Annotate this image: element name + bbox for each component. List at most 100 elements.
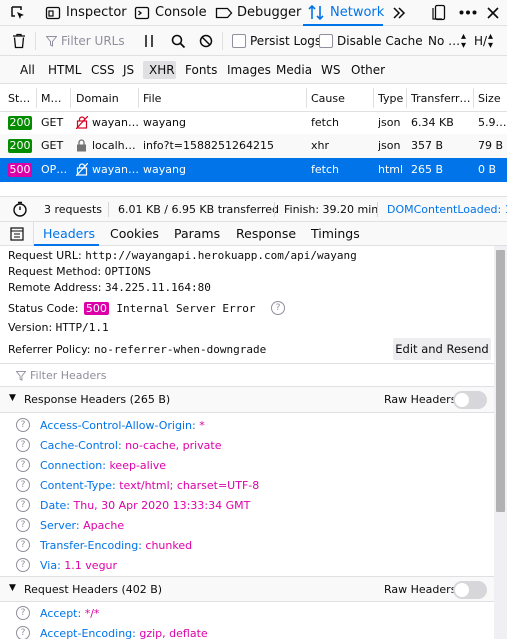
tab-headers[interactable]: Headers — [43, 226, 95, 241]
request-headers-section[interactable]: ▼ Request Headers (402 B) Raw Headers — [0, 576, 494, 602]
raw-headers-toggle[interactable] — [453, 581, 487, 599]
filter-js[interactable]: JS — [123, 63, 134, 77]
scrollbar-thumb[interactable] — [496, 250, 505, 512]
response-headers-section[interactable]: ▼ Response Headers (265 B) Raw Headers — [0, 387, 494, 413]
block-icon[interactable] — [199, 34, 213, 48]
help-icon[interactable]: ? — [16, 418, 30, 432]
filter-ws[interactable]: WS — [321, 63, 340, 77]
column-domain[interactable]: Domain — [76, 92, 136, 105]
filter-urls-input[interactable]: Filter URLs — [61, 34, 125, 48]
throttling-select[interactable]: No … — [428, 34, 460, 48]
version-value: HTTP/1.1 — [55, 321, 109, 334]
header-row[interactable]: ? Via: 1.1 vegur — [0, 558, 494, 576]
help-icon[interactable]: ? — [16, 518, 30, 532]
element-picker-icon[interactable] — [10, 5, 26, 21]
transferred-cell: 357 B — [411, 139, 444, 152]
column-type[interactable]: Type — [378, 92, 408, 105]
file-cell: wayang — [143, 163, 186, 176]
status-badge: 200 — [8, 139, 32, 153]
help-icon[interactable]: ? — [16, 606, 30, 620]
header-value: keep-alive — [109, 459, 167, 472]
help-icon[interactable]: ? — [16, 478, 30, 492]
header-row[interactable]: ? Accept: */* — [0, 606, 494, 624]
help-icon[interactable]: ? — [16, 626, 30, 639]
debugger-icon[interactable] — [215, 5, 233, 21]
har-menu-button[interactable]: H/ — [474, 34, 487, 48]
scrollbar-track[interactable] — [494, 246, 507, 639]
filter-other[interactable]: Other — [351, 63, 385, 77]
close-icon[interactable] — [486, 6, 500, 20]
filter-fonts[interactable]: Fonts — [185, 63, 217, 77]
tab-params[interactable]: Params — [174, 226, 220, 241]
tab-console[interactable]: Console — [155, 5, 207, 20]
status-text: Internal Server Error — [116, 302, 256, 315]
filter-headers-input[interactable]: Filter Headers — [30, 369, 107, 382]
column-size[interactable]: Size — [478, 92, 507, 105]
column-status[interactable]: St… — [8, 92, 36, 105]
header-row[interactable]: ? Content-Type: text/html; charset=UTF-8 — [0, 478, 494, 496]
console-icon[interactable] — [134, 5, 150, 21]
persist-logs-label[interactable]: Persist Logs — [250, 34, 321, 48]
edit-resend-button[interactable]: Edit and Resend — [393, 338, 491, 360]
stopwatch-icon[interactable] — [12, 201, 28, 217]
network-icon[interactable] — [307, 4, 325, 21]
toggle-sidebar-icon[interactable] — [10, 227, 24, 241]
header-row[interactable]: ? Access-Control-Allow-Origin: * — [0, 418, 494, 436]
help-icon[interactable]: ? — [16, 498, 30, 512]
referrer-policy-value: no-referrer-when-downgrade — [94, 343, 267, 356]
column-divider — [138, 88, 139, 108]
tab-cookies[interactable]: Cookies — [110, 226, 159, 241]
header-row[interactable]: ? Date: Thu, 30 Apr 2020 13:33:34 GMT — [0, 498, 494, 516]
insecure-icon — [76, 163, 88, 176]
dock-options-icon[interactable] — [432, 4, 448, 21]
inspector-icon[interactable] — [45, 5, 61, 21]
tab-network[interactable]: Network — [330, 5, 384, 20]
table-row[interactable]: 200 GET wayan… wayang fetch json 6.34 KB… — [0, 112, 507, 134]
header-row[interactable]: ? Cache-Control: no-cache, private — [0, 438, 494, 456]
table-row[interactable]: 200 GET localh… info?t=1588251264215 xhr… — [0, 134, 507, 158]
filter-css[interactable]: CSS — [91, 63, 115, 77]
trash-icon[interactable] — [12, 33, 26, 49]
column-transferred[interactable]: Transferr… — [411, 92, 471, 105]
header-row[interactable]: ? Accept-Encoding: gzip, deflate — [0, 626, 494, 639]
persist-logs-checkbox[interactable] — [232, 34, 246, 48]
request-url-value[interactable]: http://wayangapi.herokuapp.com/api/wayan… — [85, 249, 357, 262]
size-cell: 79 B — [478, 139, 504, 152]
table-row-selected[interactable]: 500 OP… wayan… wayang fetch html 265 B 0… — [0, 158, 507, 182]
header-value: gzip, deflate — [139, 627, 208, 639]
pause-icon[interactable] — [144, 35, 154, 47]
header-row[interactable]: ? Connection: keep-alive — [0, 458, 494, 476]
header-value: * — [199, 419, 205, 432]
help-icon[interactable]: ? — [271, 301, 285, 315]
filter-xhr[interactable]: XHR — [149, 63, 175, 77]
column-method[interactable]: M… — [41, 92, 69, 105]
help-icon[interactable]: ? — [16, 458, 30, 472]
tab-inspector[interactable]: Inspector — [66, 5, 127, 20]
filter-images[interactable]: Images — [227, 63, 271, 77]
help-icon[interactable]: ? — [16, 438, 30, 452]
detail-tab-divider — [33, 222, 34, 246]
filter-all[interactable]: All — [20, 63, 35, 77]
search-icon[interactable] — [171, 34, 186, 49]
lock-icon — [77, 139, 86, 152]
request-method-label: Request Method: — [8, 265, 102, 278]
raw-headers-toggle[interactable] — [453, 391, 487, 409]
more-tabs-icon[interactable] — [391, 5, 407, 21]
help-icon[interactable]: ? — [16, 558, 30, 572]
column-file[interactable]: File — [143, 92, 223, 105]
overflow-menu-icon[interactable] — [459, 10, 477, 15]
tab-debugger[interactable]: Debugger — [237, 5, 301, 20]
disable-cache-label[interactable]: Disable Cache — [337, 34, 423, 48]
header-row[interactable]: ? Transfer-Encoding: chunked — [0, 538, 494, 556]
filter-html[interactable]: HTML — [48, 63, 81, 77]
headers-panel: Request URL: http://wayangapi.herokuapp.… — [0, 246, 507, 639]
column-cause[interactable]: Cause — [311, 92, 361, 105]
header-row[interactable]: ? Server: Apache — [0, 518, 494, 536]
tab-timings[interactable]: Timings — [311, 226, 360, 241]
filter-media[interactable]: Media — [276, 63, 312, 77]
help-icon[interactable]: ? — [16, 538, 30, 552]
version-label: Version: — [8, 321, 53, 334]
raw-headers-label: Raw Headers — [384, 393, 457, 406]
disable-cache-checkbox[interactable] — [319, 34, 333, 48]
tab-response[interactable]: Response — [236, 226, 296, 241]
